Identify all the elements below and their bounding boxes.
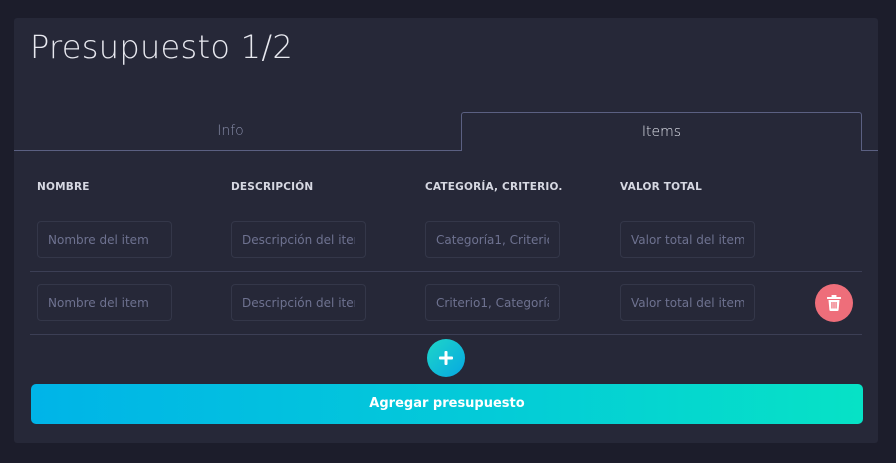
item-category-input[interactable]	[425, 284, 560, 321]
item-name-input[interactable]	[37, 221, 172, 258]
page-title: Presupuesto 1/2	[30, 28, 294, 66]
item-name-input[interactable]	[37, 284, 172, 321]
item-total-input[interactable]	[620, 221, 755, 258]
plus-icon	[439, 351, 453, 365]
tab-bar: Info Items	[14, 112, 878, 151]
column-header-descripcion: DESCRIPCIÓN	[231, 181, 314, 193]
item-category-input[interactable]	[425, 221, 560, 258]
item-description-input[interactable]	[231, 284, 366, 321]
column-header-nombre: NOMBRE	[37, 181, 90, 193]
column-header-categoria: CATEGORÍA, CRITERIO.	[425, 181, 563, 193]
row-divider	[30, 334, 862, 335]
item-description-input[interactable]	[231, 221, 366, 258]
budget-card: Presupuesto 1/2 Info Items NOMBRE DESCRI…	[14, 18, 878, 443]
column-header-valor-total: VALOR TOTAL	[620, 181, 702, 193]
delete-item-button[interactable]	[815, 284, 853, 322]
submit-budget-button[interactable]: Agregar presupuesto	[31, 384, 863, 424]
add-item-button[interactable]	[427, 339, 465, 377]
item-total-input[interactable]	[620, 284, 755, 321]
row-divider	[30, 271, 862, 272]
trash-icon	[827, 295, 841, 311]
tab-info[interactable]: Info	[14, 112, 447, 150]
tab-items[interactable]: Items	[461, 112, 862, 151]
